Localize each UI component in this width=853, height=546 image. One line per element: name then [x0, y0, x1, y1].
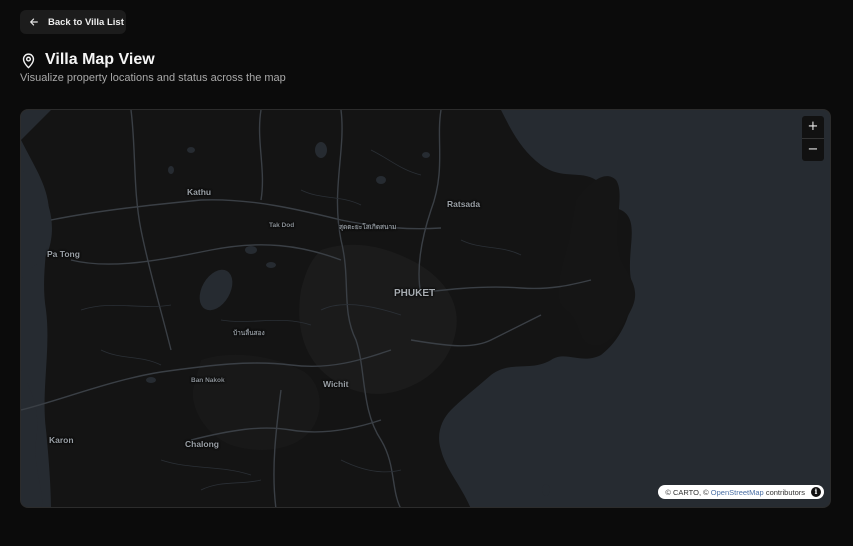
info-icon[interactable]: i: [811, 487, 821, 497]
arrow-left-icon: [30, 18, 38, 26]
back-to-villa-list-button[interactable]: Back to Villa List: [20, 10, 126, 34]
page-subtitle: Visualize property locations and status …: [20, 72, 286, 84]
attribution-prefix: © CARTO, ©: [665, 487, 709, 497]
map-label-takdod: Tak Dod: [269, 222, 295, 229]
map-pin-icon: [22, 52, 35, 69]
map-tiles: [21, 110, 636, 507]
map-label-phuket: PHUKET: [394, 288, 436, 299]
page-header: Villa Map View: [20, 51, 155, 69]
map-label-karon: Karon: [49, 435, 74, 445]
zoom-controls: + −: [802, 116, 824, 161]
zoom-out-button[interactable]: −: [802, 138, 824, 161]
page-title: Villa Map View: [45, 51, 155, 68]
map-label-kathu: Kathu: [187, 187, 212, 197]
map-label-chalong: Chalong: [185, 439, 219, 449]
osm-link[interactable]: OpenStreetMap: [711, 488, 764, 497]
map-label-wichit: Wichit: [323, 379, 349, 389]
zoom-in-button[interactable]: +: [802, 116, 824, 138]
map-canvas[interactable]: Kathu Pa Tong Ratsada Tak Dod สุดตะยะโสเ…: [20, 109, 831, 508]
map-attribution: © CARTO, © OpenStreetMap contributors i: [658, 485, 824, 499]
back-button-label: Back to Villa List: [48, 16, 124, 28]
map-label-ratsada: Ratsada: [447, 199, 481, 209]
attribution-suffix: contributors: [765, 487, 805, 497]
map-label-thai-2: บ้านลื่นสอง: [233, 330, 265, 337]
map-label-bannakok: Ban Nakok: [191, 377, 225, 384]
map-label-thai-1: สุดตะยะโสเกิดสนาม: [339, 224, 397, 231]
southwest-water: [21, 370, 43, 507]
map-label-patong: Pa Tong: [47, 249, 80, 259]
